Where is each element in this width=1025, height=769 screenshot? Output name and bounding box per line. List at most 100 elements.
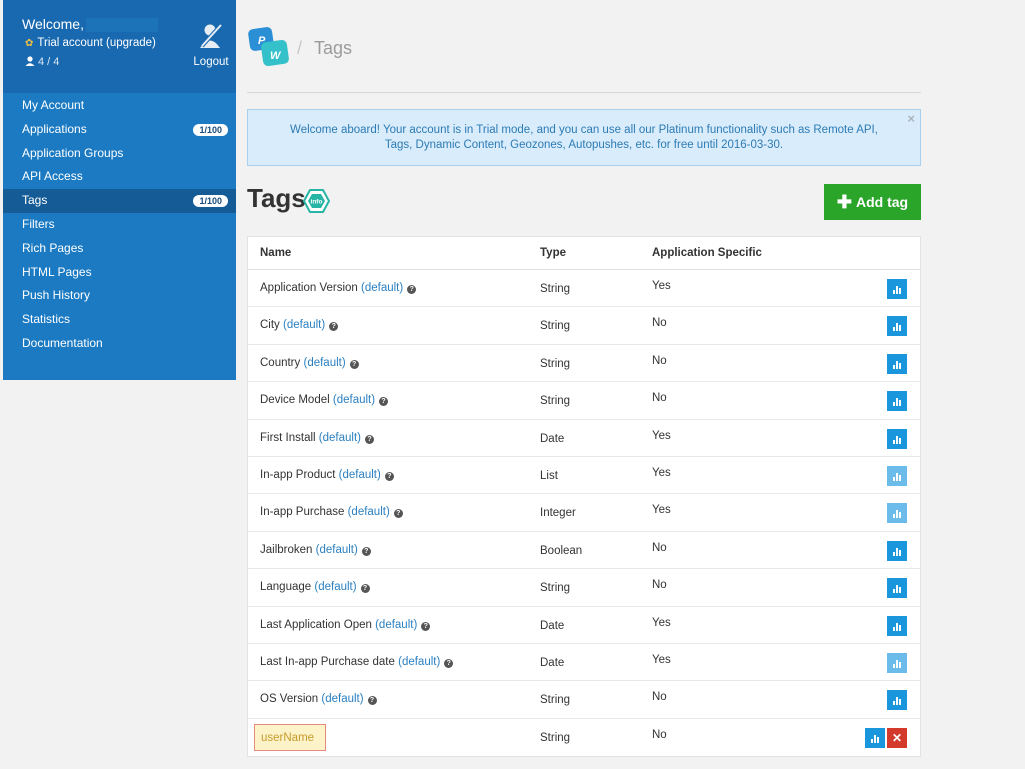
help-icon[interactable]: ? bbox=[360, 584, 370, 594]
tag-app-specific: Yes bbox=[652, 280, 671, 292]
table-row: OS Version (default)? String No bbox=[248, 681, 920, 719]
default-link[interactable]: (default) bbox=[303, 357, 345, 369]
tag-name: OS Version bbox=[260, 693, 319, 706]
table-row: In-app Product (default)? List Yes bbox=[248, 457, 920, 495]
tag-name: Last In-app Purchase date bbox=[260, 655, 395, 668]
tag-name-cell: OS Version (default)? bbox=[260, 693, 377, 706]
close-icon[interactable]: × bbox=[907, 111, 915, 126]
tag-app-specific: No bbox=[652, 317, 667, 330]
statistics-button[interactable] bbox=[865, 727, 885, 748]
default-link[interactable]: (default) bbox=[398, 656, 440, 668]
logo-icon[interactable]: P W bbox=[247, 26, 291, 68]
tag-type: String bbox=[540, 694, 571, 707]
default-link[interactable]: (default) bbox=[348, 506, 390, 518]
default-link[interactable]: (default) bbox=[316, 544, 358, 556]
tag-name: Application Version bbox=[260, 282, 358, 294]
statistics-button[interactable] bbox=[887, 353, 907, 374]
trial-alert: Welcome aboard! Your account is in Trial… bbox=[247, 109, 921, 166]
help-icon[interactable]: ? bbox=[393, 509, 403, 519]
sidebar-item-applications[interactable]: Applications 1/100 bbox=[3, 118, 236, 142]
statistics-button-disabled bbox=[887, 465, 907, 486]
help-icon[interactable]: ? bbox=[379, 397, 389, 407]
tag-name-editable[interactable]: userName bbox=[254, 723, 326, 751]
tag-name-cell: City (default)? bbox=[260, 319, 339, 332]
logout-button[interactable]: Logout bbox=[188, 22, 234, 68]
account-panel: Welcome, ✿ Trial account (upgrade) 4 / 4 … bbox=[3, 0, 236, 93]
default-link[interactable]: (default) bbox=[283, 319, 325, 331]
default-link[interactable]: (default) bbox=[361, 282, 403, 294]
statistics-button[interactable] bbox=[887, 316, 907, 337]
sidebar-nav: My Account Applications 1/100 Application… bbox=[3, 94, 236, 356]
tags-table: Name Type Application Specific Applicati… bbox=[247, 236, 921, 758]
tag-name: Jailbroken bbox=[260, 543, 313, 556]
statistics-button[interactable] bbox=[887, 279, 907, 299]
sidebar-item-rich-pages[interactable]: Rich Pages bbox=[3, 237, 236, 261]
tag-app-specific: Yes bbox=[652, 616, 671, 629]
tag-app-specific: No bbox=[652, 541, 667, 554]
tag-app-specific: Yes bbox=[652, 504, 671, 517]
statistics-button[interactable] bbox=[887, 428, 907, 449]
sidebar-item-html-pages[interactable]: HTML Pages bbox=[3, 261, 236, 285]
tag-name-cell: Device Model (default)? bbox=[260, 394, 389, 407]
help-icon[interactable]: ? bbox=[367, 696, 377, 706]
sidebar-item-documentation[interactable]: Documentation bbox=[3, 332, 236, 356]
sidebar-item-label: API Access bbox=[22, 169, 83, 184]
tag-type: Integer bbox=[540, 507, 576, 520]
trial-account-link[interactable]: ✿ Trial account (upgrade) bbox=[25, 37, 156, 49]
help-icon[interactable]: ? bbox=[329, 322, 339, 332]
help-icon[interactable]: ? bbox=[421, 621, 431, 631]
default-link[interactable]: (default) bbox=[319, 432, 361, 444]
tag-type: String bbox=[540, 582, 571, 595]
default-link[interactable]: (default) bbox=[333, 394, 375, 406]
tag-name-cell: Last Application Open (default)? bbox=[260, 619, 431, 631]
statistics-button[interactable] bbox=[887, 578, 907, 599]
tag-name: City bbox=[260, 319, 280, 332]
info-icon[interactable]: info bbox=[303, 189, 330, 213]
default-link[interactable]: (default) bbox=[339, 469, 381, 481]
header-divider bbox=[247, 92, 921, 93]
tag-name: Country bbox=[260, 356, 301, 369]
column-header-application-specific[interactable]: Application Specific bbox=[652, 247, 762, 259]
sidebar-item-filters[interactable]: Filters bbox=[3, 213, 236, 237]
sidebar-item-statistics[interactable]: Statistics bbox=[3, 308, 236, 332]
statistics-button[interactable] bbox=[887, 615, 907, 636]
statistics-button[interactable] bbox=[887, 690, 907, 711]
sidebar-item-my-account[interactable]: My Account bbox=[3, 94, 236, 118]
column-header-name[interactable]: Name bbox=[260, 247, 291, 259]
help-icon[interactable]: ? bbox=[364, 434, 374, 444]
delete-tag-button[interactable]: ✕ bbox=[887, 727, 907, 748]
table-row: Jailbroken (default)? Boolean No bbox=[248, 532, 920, 570]
logout-label: Logout bbox=[193, 56, 229, 68]
tag-name: Language bbox=[260, 581, 312, 594]
statistics-button[interactable] bbox=[887, 540, 907, 561]
column-header-type[interactable]: Type bbox=[540, 247, 566, 259]
help-icon[interactable]: ? bbox=[407, 285, 417, 294]
statistics-button[interactable] bbox=[887, 391, 907, 412]
tag-name-cell: Application Version (default)? bbox=[260, 282, 417, 294]
default-link[interactable]: (default) bbox=[314, 581, 356, 593]
table-row: Country (default)? String No bbox=[248, 345, 920, 383]
sidebar-item-application-groups[interactable]: Application Groups bbox=[3, 142, 236, 166]
sidebar-item-api-access[interactable]: API Access bbox=[3, 165, 236, 189]
tag-type: String bbox=[540, 731, 571, 744]
add-tag-label: Add tag bbox=[855, 194, 909, 210]
info-icon-label: info bbox=[311, 199, 323, 206]
add-tag-button[interactable]: ✚ Add tag bbox=[824, 184, 921, 220]
star-icon: ✿ bbox=[25, 38, 34, 49]
tag-app-specific: No bbox=[652, 579, 667, 592]
sidebar-item-label: My Account bbox=[22, 98, 85, 112]
sidebar-item-tags[interactable]: Tags 1/100 bbox=[3, 189, 236, 213]
tag-type: Date bbox=[540, 432, 565, 445]
help-icon[interactable]: ? bbox=[361, 546, 371, 556]
tag-app-specific: Yes bbox=[652, 653, 671, 666]
table-row: Application Version (default)? String Ye… bbox=[248, 270, 920, 308]
default-link[interactable]: (default) bbox=[375, 619, 417, 631]
default-link[interactable]: (default) bbox=[321, 693, 363, 705]
tag-name-cell: In-app Purchase (default)? bbox=[260, 506, 403, 519]
help-icon[interactable]: ? bbox=[349, 359, 359, 369]
help-icon[interactable]: ? bbox=[444, 658, 454, 668]
help-icon[interactable]: ? bbox=[384, 471, 394, 481]
user-icon bbox=[25, 56, 35, 66]
sidebar-item-push-history[interactable]: Push History bbox=[3, 284, 236, 308]
tag-name: In-app Purchase bbox=[260, 506, 345, 519]
